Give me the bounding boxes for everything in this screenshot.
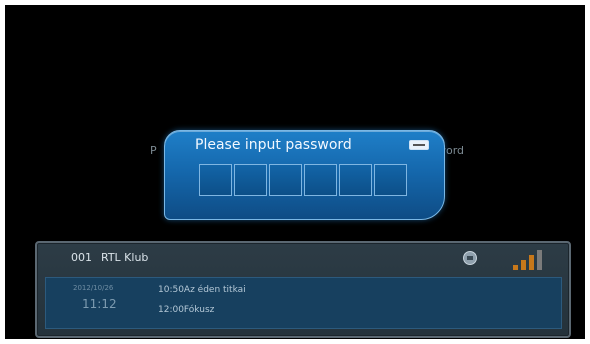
password-digit-box[interactable] [339, 164, 372, 196]
password-dialog: Please input password [164, 130, 445, 220]
lock-icon [463, 251, 477, 265]
signal-bar [521, 260, 526, 270]
epg-date: 2012/10/26 [73, 284, 114, 292]
password-digit-box[interactable] [234, 164, 267, 196]
dialog-title: Please input password [195, 137, 352, 153]
channel-info-bar: 001 RTL Klub 2012/10/26 11:12 10:50Az éd… [35, 241, 571, 338]
epg-program-current: 10:50Az éden titkai [158, 285, 246, 295]
epg-panel: 2012/10/26 11:12 10:50Az éden titkai 12:… [45, 277, 562, 329]
background-prompt-left: P [150, 144, 157, 157]
signal-bar [529, 255, 534, 270]
tv-screen: P word Please input password 001 RTL Klu… [5, 5, 585, 339]
keyboard-icon[interactable] [409, 140, 429, 150]
password-digit-box[interactable] [304, 164, 337, 196]
password-digit-box[interactable] [374, 164, 407, 196]
password-digit-box[interactable] [269, 164, 302, 196]
channel-number: 001 [71, 251, 92, 264]
epg-program-next: 12:00Fókusz [158, 305, 215, 315]
password-digit-box[interactable] [199, 164, 232, 196]
password-input[interactable] [199, 164, 409, 196]
signal-bar [513, 265, 518, 270]
channel-header: 001 RTL Klub [37, 243, 569, 271]
channel-name: RTL Klub [101, 251, 149, 264]
epg-time: 11:12 [82, 297, 117, 311]
signal-strength-indicator [513, 250, 553, 270]
signal-bar [537, 250, 542, 270]
